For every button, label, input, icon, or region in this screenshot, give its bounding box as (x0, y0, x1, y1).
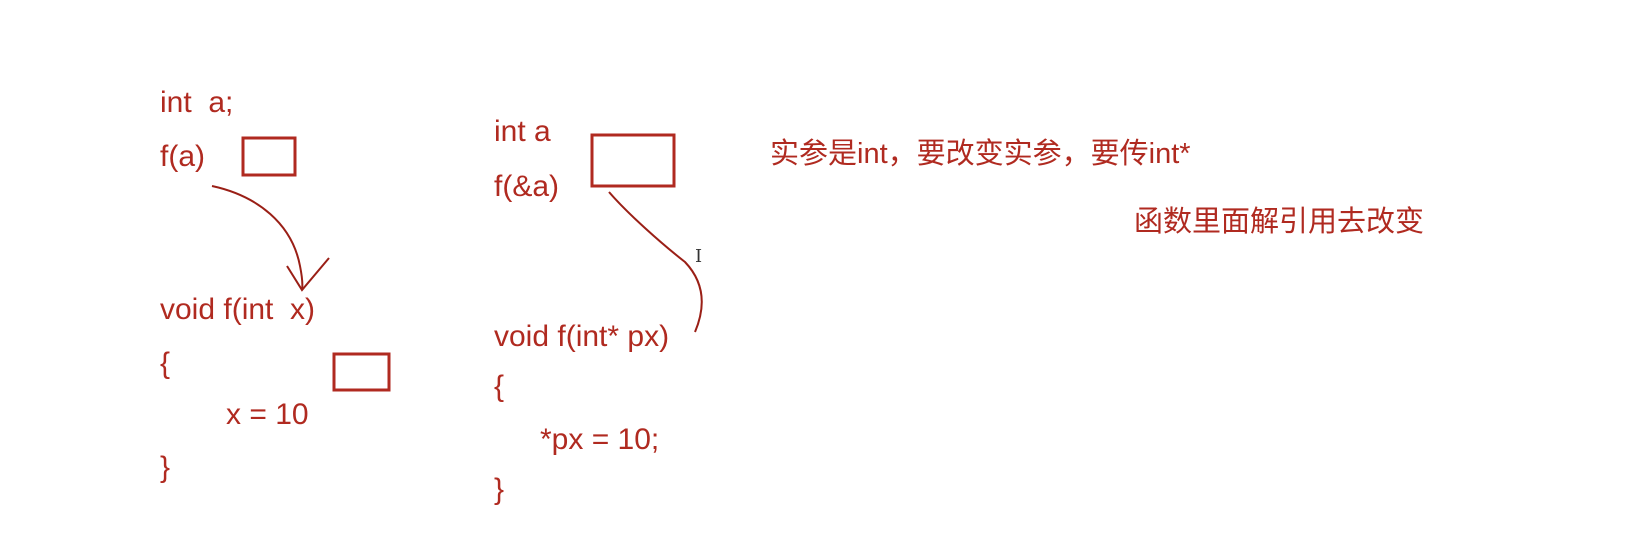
left-call-arrowhead (286, 257, 330, 292)
annotation-layer (211, 133, 703, 392)
text-cursor-icon: I (695, 246, 703, 267)
left-call-memory-box (241, 136, 297, 177)
left-call-arrow (211, 185, 304, 291)
middle-call-arrow (608, 191, 703, 333)
left-param-memory-box (332, 352, 391, 392)
middle-var-memory-box (590, 133, 676, 188)
